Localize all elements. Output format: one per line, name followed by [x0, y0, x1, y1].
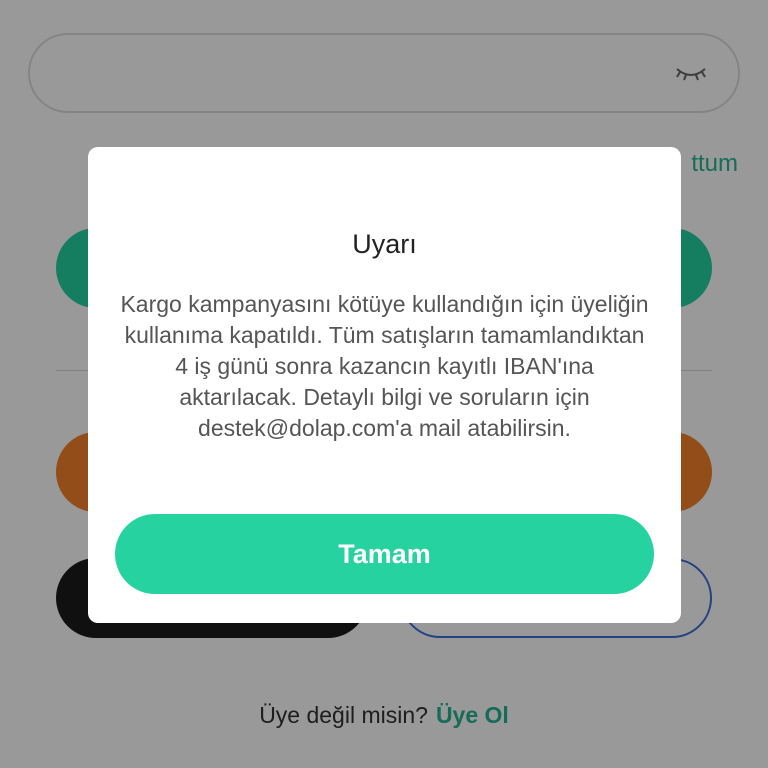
- dialog-title: Uyarı: [352, 229, 417, 259]
- dialog-message: Kargo kampanyasını kötüye kullandığın iç…: [120, 291, 649, 441]
- alert-dialog: Uyarı Kargo kampanyasını kötüye kullandı…: [88, 147, 681, 623]
- ok-button[interactable]: Tamam: [115, 514, 654, 594]
